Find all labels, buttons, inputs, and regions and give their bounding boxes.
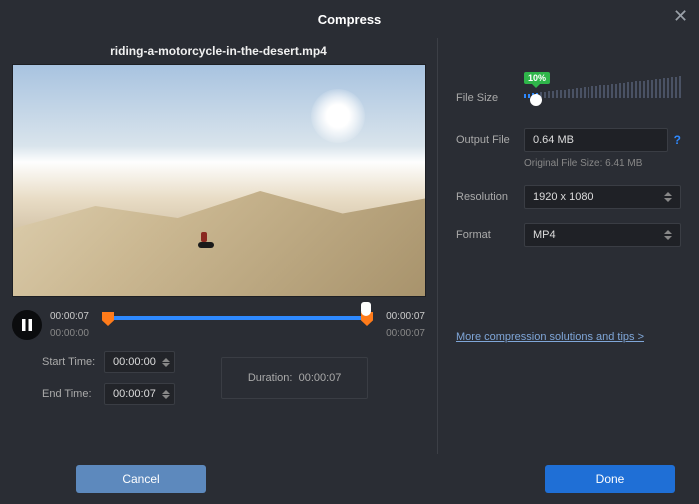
file-size-label: File Size [456,92,524,108]
slider-bars [524,76,681,98]
track-fill [106,316,369,320]
done-button[interactable]: Done [545,465,675,493]
total-time: 00:00:07 [369,328,425,339]
output-file-value: 0.64 MB [533,134,574,146]
original-size-label: Original File Size: 6.41 MB [524,158,681,169]
duration-display: Duration: 00:00:07 [221,357,369,399]
start-time-value: 00:00:00 [113,356,156,368]
file-size-slider[interactable]: 10% [524,74,681,108]
start-marker-time: 00:00:00 [50,328,106,339]
end-time-label: End Time: [42,388,104,400]
file-size-row: File Size 10% [456,74,681,108]
time-controls: Start Time: 00:00:00 End Time: 00:00:07 [12,351,425,405]
format-select[interactable]: MP4 [524,223,681,247]
footer: Cancel Done [0,454,699,504]
pause-icon [21,319,33,331]
chevron-down-icon[interactable] [162,395,170,399]
main-content: riding-a-motorcycle-in-the-desert.mp4 00… [0,38,699,454]
help-icon[interactable]: ? [674,133,681,147]
current-time: 00:00:07 [50,311,106,322]
end-marker-time: 00:00:07 [369,311,425,322]
seek-track[interactable] [106,310,369,340]
pause-button[interactable] [12,310,42,340]
sun-graphic [311,89,365,143]
output-file-label: Output File [456,134,524,146]
start-time-field: Start Time: 00:00:00 [42,351,175,373]
select-chevron-icon [664,192,672,202]
stepper-arrows[interactable] [162,390,170,399]
duration-label: Duration: [248,372,293,384]
end-time-field: End Time: 00:00:07 [42,383,175,405]
right-panel: File Size 10% Output File 0.64 MB ? Orig… [438,38,699,454]
more-link-row: More compression solutions and tips > [456,331,681,343]
player-bar: 00:00:07 00:00:00 00:00:07 00:00:07 [12,305,425,345]
end-time-value: 00:00:07 [113,388,156,400]
video-preview[interactable] [12,64,426,297]
dialog-title: Compress [318,12,382,27]
playbar-left-times: 00:00:07 00:00:00 [50,311,106,339]
format-row: Format MP4 [456,223,681,247]
dune-graphic [13,146,425,296]
end-time-stepper[interactable]: 00:00:07 [104,383,175,405]
playbar-right-times: 00:00:07 00:00:07 [369,311,425,339]
format-label: Format [456,229,524,241]
output-file-row: Output File 0.64 MB ? [456,128,681,152]
start-time-stepper[interactable]: 00:00:00 [104,351,175,373]
chevron-up-icon[interactable] [162,358,170,362]
stepper-arrows[interactable] [162,358,170,367]
close-icon[interactable]: ✕ [673,8,689,24]
resolution-value: 1920 x 1080 [533,191,594,203]
duration-value: 00:00:07 [299,372,342,384]
more-solutions-link[interactable]: More compression solutions and tips > [456,331,644,343]
chevron-up-icon[interactable] [162,390,170,394]
resolution-select[interactable]: 1920 x 1080 [524,185,681,209]
cancel-button[interactable]: Cancel [76,465,206,493]
left-panel: riding-a-motorcycle-in-the-desert.mp4 00… [0,38,438,454]
rider-graphic [198,230,218,250]
chevron-down-icon[interactable] [162,363,170,367]
resolution-row: Resolution 1920 x 1080 [456,185,681,209]
select-chevron-icon [664,230,672,240]
title-bar: Compress ✕ [0,0,699,38]
start-time-label: Start Time: [42,356,104,368]
resolution-label: Resolution [456,191,524,203]
filename-label: riding-a-motorcycle-in-the-desert.mp4 [12,44,425,58]
format-value: MP4 [533,229,556,241]
slider-thumb[interactable] [530,94,542,106]
playhead[interactable] [361,302,371,316]
output-file-input[interactable]: 0.64 MB [524,128,668,152]
